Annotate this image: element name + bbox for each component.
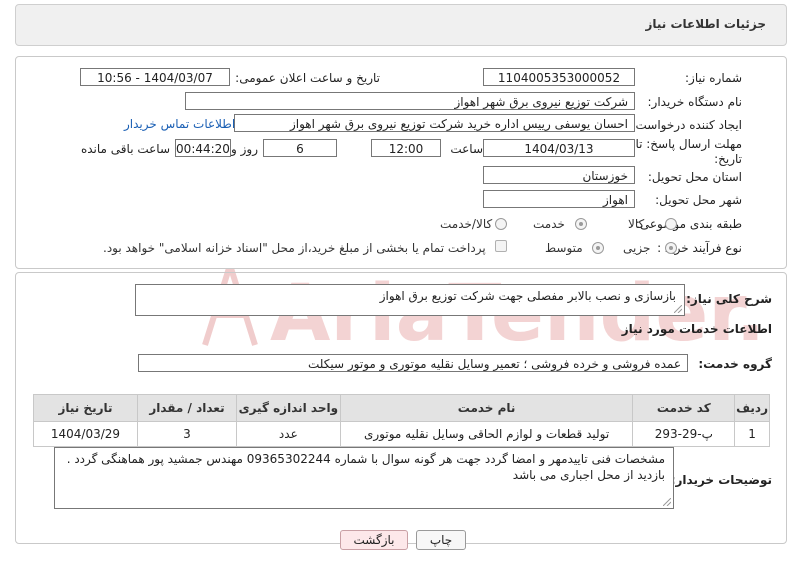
category-label: طبقه بندی موضوعی:: [635, 217, 742, 231]
category-option-goods-service: کالا/خدمت: [440, 217, 493, 231]
services-section-title: اطلاعات خدمات مورد نیاز: [621, 322, 772, 336]
resize-grip-icon[interactable]: [663, 498, 671, 506]
cell-code: پ-29-293: [632, 421, 736, 447]
buyer-notes-textarea[interactable]: مشخصات فنی تاییدمهر و امضا گردد جهت هر گ…: [54, 447, 674, 509]
deadline-label-1: مهلت ارسال پاسخ: تا: [635, 137, 742, 151]
deadline-label-2: تاریخ:: [714, 152, 742, 166]
process-radio-minor[interactable]: [665, 242, 677, 254]
service-group-field: عمده فروشی و خرده فروشی ؛ تعمیر وسایل نق…: [138, 354, 688, 372]
remaining-time-label: ساعت باقی مانده: [80, 142, 170, 156]
deadline-time-field: 12:00: [371, 139, 441, 157]
cell-qty: 3: [136, 421, 237, 447]
col-unit: واحد اندازه گیری: [235, 394, 341, 422]
category-option-service: خدمت: [533, 217, 565, 231]
summary-label: شرح کلی نیاز:: [686, 292, 772, 306]
col-code: کد خدمت: [632, 394, 736, 422]
buyer-notes-line-1: مشخصات فنی تاییدمهر و امضا گردد جهت هر گ…: [66, 452, 665, 466]
days-label: روز و: [231, 142, 258, 156]
days-field: 6: [263, 139, 337, 157]
city-label: شهر محل تحویل:: [655, 193, 742, 207]
print-button[interactable]: چاپ: [416, 530, 466, 550]
process-option-minor: جزیی: [623, 241, 651, 255]
cell-date: 1404/03/29: [33, 421, 138, 447]
city-field: اهواز: [483, 190, 635, 208]
announce-datetime-field: 1404/03/07 - 10:56: [80, 68, 230, 86]
category-radio-goods[interactable]: [665, 218, 677, 230]
services-table: ردیف کد خدمت نام خدمت واحد اندازه گیری ت…: [33, 394, 770, 447]
creator-label: ایجاد کننده درخواست:: [631, 118, 742, 132]
summary-text: بازسازی و نصب بالابر مفصلی جهت شرکت توزی…: [379, 289, 676, 303]
col-name: نام خدمت: [339, 394, 634, 422]
buyer-notes-label: توضیحات خریدار:: [670, 473, 772, 487]
col-row: ردیف: [734, 394, 770, 422]
table-header-row: ردیف کد خدمت نام خدمت واحد اندازه گیری ت…: [33, 394, 770, 422]
treasury-note: پرداخت تمام یا بخشی از مبلغ خرید،از محل …: [103, 241, 486, 255]
buyer-org-label: نام دستگاه خریدار:: [647, 95, 743, 109]
category-option-goods: کالا: [628, 217, 645, 231]
remaining-time-field: 00:44:20: [175, 139, 231, 157]
creator-field: احسان یوسفی رییس اداره خرید شرکت توزیع ن…: [234, 114, 635, 132]
province-field: خوزستان: [483, 166, 635, 184]
treasury-checkbox[interactable]: [495, 240, 507, 252]
need-details-panel: [15, 56, 787, 269]
cell-unit: عدد: [235, 421, 341, 447]
province-label: استان محل تحویل:: [647, 170, 742, 184]
page-header: جزئیات اطلاعات نیاز: [15, 4, 787, 46]
buyer-contact-link[interactable]: اطلاعات تماس خریدار: [124, 117, 235, 131]
resize-grip-icon[interactable]: [674, 305, 682, 313]
buyer-notes-line-2: بازدید از محل اجباری می باشد: [512, 468, 665, 482]
col-date: تاریخ نیاز: [33, 394, 138, 422]
summary-textarea[interactable]: بازسازی و نصب بالابر مفصلی جهت شرکت توزی…: [135, 284, 685, 316]
cell-name: تولید قطعات و لوازم الحاقی وسایل نقلیه م…: [339, 421, 634, 447]
service-group-label: گروه خدمت:: [698, 357, 772, 371]
back-button[interactable]: بازگشت: [340, 530, 408, 550]
category-radio-goods-service[interactable]: [495, 218, 507, 230]
table-row: 1 پ-29-293 تولید قطعات و لوازم الحاقی وس…: [33, 421, 770, 447]
process-radio-medium[interactable]: [592, 242, 604, 254]
buyer-org-field: شرکت توزیع نیروی برق شهر اهواز: [185, 92, 635, 110]
process-option-medium: متوسط: [545, 241, 583, 255]
need-number-field: 1104005353000052: [483, 68, 635, 86]
category-radio-service[interactable]: [575, 218, 587, 230]
deadline-date-field: 1404/03/13: [483, 139, 635, 157]
col-qty: تعداد / مقدار: [136, 394, 237, 422]
page-title: جزئیات اطلاعات نیاز: [645, 17, 766, 31]
need-number-label: شماره نیاز:: [685, 71, 742, 85]
cell-row: 1: [734, 421, 770, 447]
deadline-time-label: ساعت: [450, 142, 483, 156]
announce-datetime-label: تاریخ و ساعت اعلان عمومی:: [235, 71, 380, 85]
